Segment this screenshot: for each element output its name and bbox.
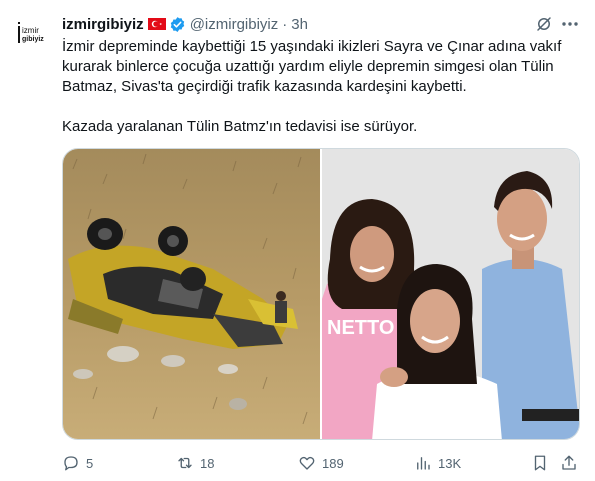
repost-count: 18: [200, 455, 215, 471]
more-icon[interactable]: [560, 15, 580, 33]
display-name[interactable]: izmirgibiyiz: [62, 16, 144, 33]
svg-text:izmir: izmir: [22, 26, 39, 35]
tweet-media: NETTO: [62, 148, 580, 440]
accident-photo[interactable]: [63, 149, 320, 439]
views-button[interactable]: 13K: [414, 452, 461, 474]
timestamp[interactable]: 3h: [291, 16, 308, 33]
like-button[interactable]: 189: [298, 452, 344, 474]
family-photo[interactable]: NETTO: [322, 149, 579, 439]
repost-icon: [178, 457, 192, 469]
grok-icon[interactable]: [535, 15, 553, 33]
reply-icon: [64, 456, 78, 471]
shirt-text: NETTO: [327, 317, 394, 339]
share-button[interactable]: [560, 452, 578, 474]
like-count: 189: [322, 455, 344, 471]
avatar-logo: izmir gibiyiz: [10, 13, 50, 53]
repost-button[interactable]: 18: [176, 452, 214, 474]
tweet-text: İzmir depreminde kaybettiği 15 yaşındaki…: [62, 37, 582, 137]
bookmark-button[interactable]: [531, 452, 549, 474]
reply-count: 5: [86, 455, 94, 471]
tweet-header: izmirgibiyiz @izmirgibiyiz · 3h: [62, 14, 308, 34]
reply-button[interactable]: 5: [62, 452, 93, 474]
avatar[interactable]: izmir gibiyiz: [10, 13, 50, 53]
turkey-flag-icon: [147, 18, 166, 30]
tweet-paragraph: Kazada yaralanan Tülin Batmz'ın tedavisi…: [62, 118, 418, 135]
share-icon: [562, 455, 576, 470]
views-count: 13K: [438, 455, 462, 471]
tweet-paragraph: İzmir depreminde kaybettiği 15 yaşındaki…: [62, 38, 562, 95]
handle[interactable]: @izmirgibiyiz: [190, 16, 279, 33]
action-bar: 5 18 189 13K: [62, 452, 582, 474]
separator-dot: ·: [282, 15, 288, 33]
views-icon: [417, 457, 430, 470]
verified-badge-icon: [169, 16, 186, 33]
bookmark-icon: [534, 455, 546, 471]
like-icon: [299, 456, 315, 470]
svg-text:gibiyiz: gibiyiz: [22, 36, 44, 43]
